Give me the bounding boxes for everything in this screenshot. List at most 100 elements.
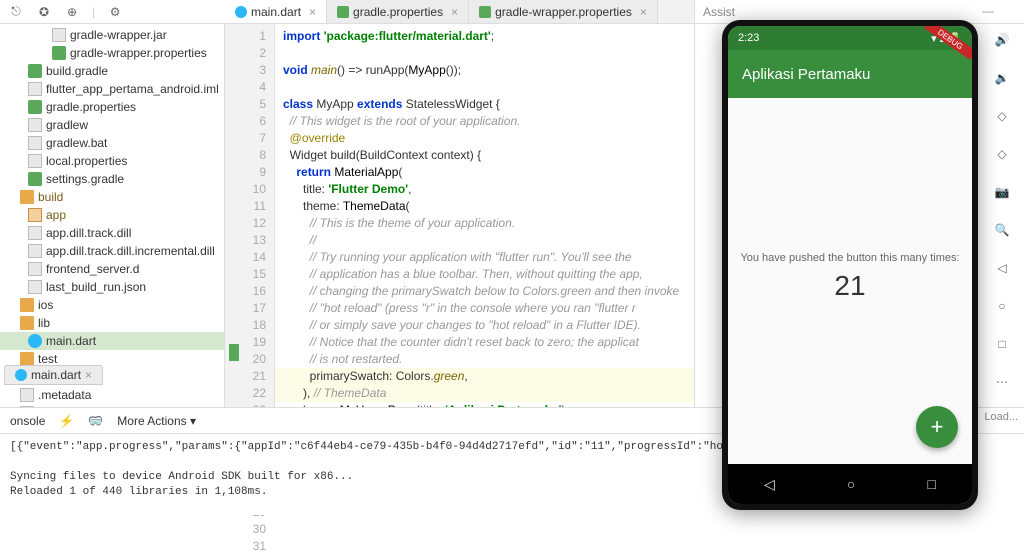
emu-tool-button[interactable]: ○ <box>992 296 1012 316</box>
console-tool[interactable]: 🥽 <box>86 412 105 430</box>
tree-item-label: .metadata <box>38 388 91 402</box>
emu-tool-button[interactable]: 📷 <box>992 182 1012 202</box>
file-icon <box>28 244 42 258</box>
emu-nav-bar[interactable]: ◁ ○ □ <box>728 464 972 504</box>
tree-item[interactable]: local.properties <box>0 152 224 170</box>
gutter: 1234567891011121314151617181920212223242… <box>225 24 275 424</box>
tree-item-label: gradle.properties <box>46 100 136 114</box>
file-icon <box>28 118 42 132</box>
emu-tool-button[interactable]: ◇ <box>992 144 1012 164</box>
emu-nav-button[interactable]: ○ <box>847 476 855 492</box>
tree-item[interactable]: app.dill.track.dill.incremental.dill <box>0 242 224 260</box>
tree-item-label: app <box>46 208 66 222</box>
tree-item-label: gradlew <box>46 118 88 132</box>
editor-tab[interactable]: gradle-wrapper.properties × <box>469 0 658 23</box>
tree-item-label: app.dill.track.dill <box>46 226 131 240</box>
emulator-toolbar: 🔊 🔉 ◇ ◇ 📷 🔍 ◁ ○ □ ⋯ <box>986 30 1018 392</box>
tree-item[interactable]: gradlew.bat <box>0 134 224 152</box>
emu-tool-button[interactable]: 🔉 <box>992 68 1012 88</box>
nav-icon[interactable]: ⎋ <box>8 4 24 20</box>
gradle-icon <box>28 100 42 114</box>
dart-icon <box>28 334 42 348</box>
emu-body: You have pushed the button this many tim… <box>728 98 972 456</box>
emu-counter: 21 <box>834 270 865 302</box>
tree-item[interactable]: main.dart <box>0 332 224 350</box>
tree-item-label: build <box>38 190 63 204</box>
emulator: 2:23 ▾ ▴ 🔋 DEBUG Aplikasi Pertamaku You … <box>722 20 978 510</box>
tree-item[interactable]: .metadata <box>0 386 224 404</box>
gradle-icon <box>52 46 66 60</box>
tree-item[interactable]: build <box>0 188 224 206</box>
console-tool[interactable]: More Actions ▾ <box>115 412 198 430</box>
file-icon <box>28 136 42 150</box>
tree-item[interactable]: gradlew <box>0 116 224 134</box>
folder-icon <box>20 352 34 366</box>
close-icon[interactable]: × <box>85 368 92 382</box>
emu-fab-button[interactable]: + <box>916 406 958 448</box>
emu-app-title: Aplikasi Pertamaku <box>742 66 870 83</box>
gradle-icon <box>28 64 42 78</box>
tab-label: gradle-wrapper.properties <box>495 5 632 19</box>
emu-tool-button[interactable]: ◇ <box>992 106 1012 126</box>
editor-tabs: main.dart×gradle.properties×gradle-wrapp… <box>225 0 694 24</box>
project-tree[interactable]: gradle-wrapper.jargradle-wrapper.propert… <box>0 24 225 424</box>
load-indicator: Load... <box>984 411 1018 423</box>
dart-icon <box>15 369 27 381</box>
emu-time: 2:23 <box>738 32 759 44</box>
tree-item-label: test <box>38 352 57 366</box>
tree-item[interactable]: gradle-wrapper.jar <box>0 26 224 44</box>
tree-item[interactable]: build.gradle <box>0 62 224 80</box>
folder-icon <box>20 298 34 312</box>
file-icon <box>28 82 42 96</box>
editor-tab[interactable]: main.dart × <box>225 0 327 23</box>
gradle-icon <box>337 6 349 18</box>
editor-tab[interactable]: gradle.properties × <box>327 0 469 23</box>
top-toolbar: ⎋ ✪ ⊕ | ⚙ <box>0 0 225 24</box>
compass-icon[interactable]: ✪ <box>36 4 52 20</box>
tree-item-label: ios <box>38 298 53 312</box>
console-tool[interactable]: onsole <box>8 412 47 430</box>
close-icon[interactable]: × <box>309 5 316 19</box>
tree-item[interactable]: lib <box>0 314 224 332</box>
gradle-icon <box>479 6 491 18</box>
tree-item-label: local.properties <box>46 154 127 168</box>
emu-tool-button[interactable]: ◁ <box>992 258 1012 278</box>
emu-tool-button[interactable]: □ <box>992 334 1012 354</box>
emu-nav-button[interactable]: ◁ <box>764 476 775 493</box>
tree-item-label: flutter_app_pertama_android.iml <box>46 82 219 96</box>
tree-item[interactable]: gradle.properties <box>0 98 224 116</box>
close-icon[interactable]: × <box>640 5 647 19</box>
emulator-screen[interactable]: 2:23 ▾ ▴ 🔋 DEBUG Aplikasi Pertamaku You … <box>728 26 972 504</box>
emu-tool-button[interactable]: 🔍 <box>992 220 1012 240</box>
file-icon <box>52 28 66 42</box>
tree-item[interactable]: gradle-wrapper.properties <box>0 44 224 62</box>
gear-icon[interactable]: ⚙ <box>107 4 123 20</box>
tree-item-label: gradlew.bat <box>46 136 107 150</box>
tree-item[interactable]: settings.gradle <box>0 170 224 188</box>
tree-item[interactable]: last_build_run.json <box>0 278 224 296</box>
tab-label: gradle.properties <box>353 5 443 19</box>
file-icon <box>28 154 42 168</box>
tab-label: main.dart <box>251 5 301 19</box>
tree-item[interactable]: frontend_server.d <box>0 260 224 278</box>
gradle-icon <box>28 172 42 186</box>
emu-appbar: Aplikasi Pertamaku <box>728 50 972 98</box>
folder-o-icon <box>28 208 42 222</box>
target-icon[interactable]: ⊕ <box>64 4 80 20</box>
close-icon[interactable]: × <box>451 5 458 19</box>
tree-item[interactable]: app.dill.track.dill <box>0 224 224 242</box>
minimize-icon[interactable]: — <box>982 4 994 18</box>
emu-tool-button[interactable]: 🔊 <box>992 30 1012 50</box>
emu-tool-button[interactable]: ⋯ <box>992 372 1012 392</box>
tree-item-label: frontend_server.d <box>46 262 139 276</box>
tree-item-label: build.gradle <box>46 64 108 78</box>
folder-icon <box>20 190 34 204</box>
open-file-tab[interactable]: main.dart × <box>4 365 103 385</box>
tree-item[interactable]: ios <box>0 296 224 314</box>
emu-nav-button[interactable]: □ <box>927 476 935 492</box>
console-tool[interactable]: ⚡ <box>57 412 76 430</box>
tree-item[interactable]: flutter_app_pertama_android.iml <box>0 80 224 98</box>
tree-item[interactable]: app <box>0 206 224 224</box>
tree-item-label: lib <box>38 316 50 330</box>
dart-icon <box>235 6 247 18</box>
